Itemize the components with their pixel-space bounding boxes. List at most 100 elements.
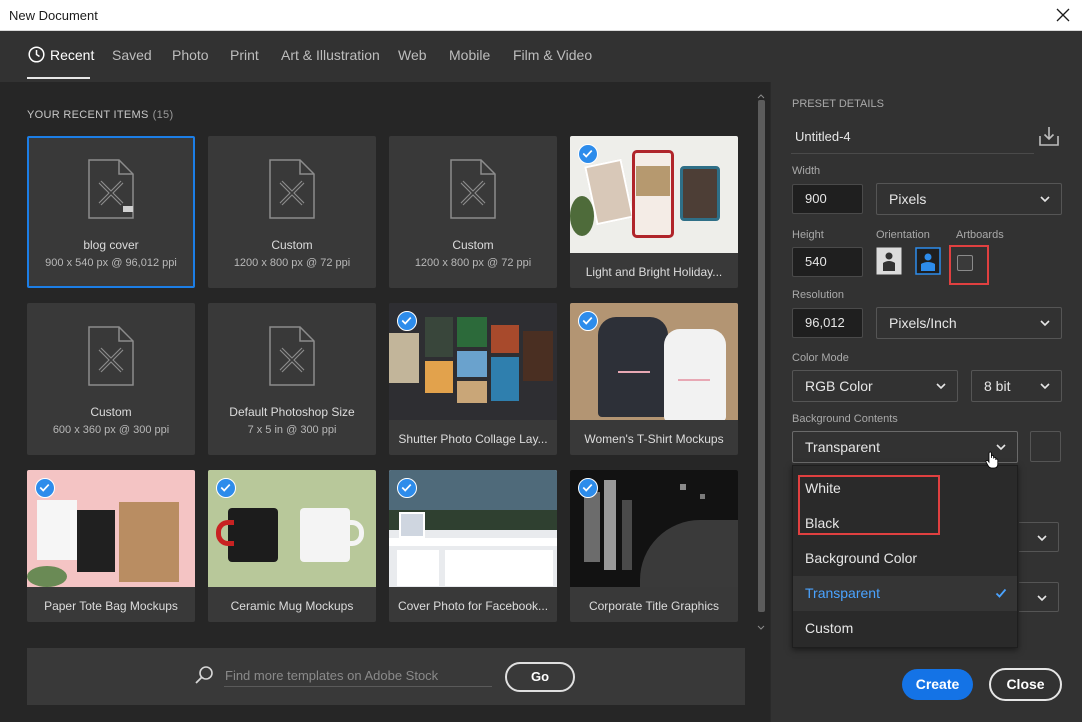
background-color-swatch[interactable]	[1030, 431, 1061, 462]
save-preset-icon[interactable]	[1037, 124, 1061, 148]
card-size: 900 x 540 px @ 96,012 ppi	[45, 257, 177, 269]
template-tshirt-mockups[interactable]: Women's T-Shirt Mockups	[570, 303, 738, 455]
title-bar: New Document	[0, 0, 1082, 31]
search-icon	[195, 666, 213, 684]
close-icon[interactable]	[1052, 4, 1074, 26]
card-name: Ceramic Mug Mockups	[230, 599, 354, 613]
card-name: Custom	[90, 405, 132, 419]
checkmark-icon	[216, 478, 236, 498]
card-name: Women's T-Shirt Mockups	[584, 432, 724, 446]
card-name: Light and Bright Holiday...	[585, 265, 723, 279]
clock-icon	[28, 46, 45, 63]
chevron-down-icon	[1040, 320, 1050, 327]
go-button[interactable]: Go	[505, 662, 575, 692]
recent-item-custom[interactable]: Custom 1200 x 800 px @ 72 ppi	[208, 136, 376, 288]
document-name-input[interactable]: Untitled-4	[791, 120, 1034, 154]
tab-saved[interactable]: Saved	[112, 47, 152, 63]
tab-web[interactable]: Web	[398, 47, 427, 63]
recent-items-heading: YOUR RECENT ITEMS (15)	[27, 109, 173, 121]
option-transparent-label: Transparent	[805, 585, 880, 601]
width-input[interactable]: 900	[792, 184, 863, 214]
card-name: blog cover	[83, 238, 139, 252]
chevron-down-icon	[1040, 383, 1050, 390]
recent-item-blog-cover[interactable]: blog cover 900 x 540 px @ 96,012 ppi	[27, 136, 195, 288]
preset-details-heading: PRESET DETAILS	[792, 98, 884, 110]
template-photo-collage[interactable]: Shutter Photo Collage Lay...	[389, 303, 557, 455]
card-name: Shutter Photo Collage Lay...	[398, 432, 548, 446]
card-name: Paper Tote Bag Mockups	[44, 599, 178, 613]
chevron-down-icon	[1040, 196, 1050, 203]
background-contents-label: Background Contents	[792, 413, 898, 425]
width-label: Width	[792, 165, 821, 177]
scroll-down-icon[interactable]	[755, 624, 767, 632]
stock-search-input[interactable]: Find more templates on Adobe Stock	[224, 664, 492, 687]
adobe-stock-search-bar: Find more templates on Adobe Stock Go	[27, 648, 745, 705]
tab-print[interactable]: Print	[230, 47, 259, 63]
recent-item-custom[interactable]: Custom 1200 x 800 px @ 72 ppi	[389, 136, 557, 288]
recent-item-default-photoshop-size[interactable]: Default Photoshop Size 7 x 5 in @ 300 pp…	[208, 303, 376, 455]
background-contents-value: Transparent	[805, 439, 880, 455]
card-name: Custom	[452, 238, 494, 252]
recent-items-panel: YOUR RECENT ITEMS (15) blog cover 900 x 5…	[0, 82, 770, 722]
obscured-select-right-edge[interactable]	[1019, 522, 1059, 552]
scroll-thumb[interactable]	[758, 100, 765, 612]
tab-film-video[interactable]: Film & Video	[513, 47, 592, 63]
template-facebook-cover[interactable]: Cover Photo for Facebook...	[389, 470, 557, 622]
bit-depth-select[interactable]: 8 bit	[971, 370, 1062, 402]
obscured-select-right-edge[interactable]	[1019, 582, 1059, 612]
close-button[interactable]: Close	[989, 668, 1062, 701]
template-mug-mockups[interactable]: Ceramic Mug Mockups	[208, 470, 376, 622]
card-size: 600 x 360 px @ 300 ppi	[52, 424, 170, 436]
width-unit-select[interactable]: Pixels	[876, 183, 1062, 215]
color-mode-select[interactable]: RGB Color	[792, 370, 958, 402]
portrait-orientation-icon[interactable]	[876, 247, 902, 275]
card-size: 1200 x 800 px @ 72 ppi	[414, 257, 532, 269]
chevron-down-icon	[1037, 595, 1047, 602]
landscape-orientation-icon[interactable]	[915, 247, 941, 275]
preset-details-panel: PRESET DETAILS Untitled-4 Width 900 Pixe…	[770, 82, 1082, 722]
card-size: 7 x 5 in @ 300 ppi	[247, 424, 337, 436]
bit-depth-value: 8 bit	[984, 378, 1011, 394]
checkmark-icon	[397, 478, 417, 498]
document-icon	[269, 326, 315, 386]
document-icon	[88, 159, 134, 219]
checkmark-icon	[578, 144, 598, 164]
card-name: Default Photoshop Size	[229, 405, 355, 419]
hand-cursor-icon	[985, 451, 999, 469]
highlight-box	[949, 245, 989, 285]
scroll-up-icon[interactable]	[755, 92, 767, 100]
chevron-down-icon	[936, 383, 946, 390]
template-corporate-title[interactable]: Corporate Title Graphics	[570, 470, 738, 622]
artboards-label: Artboards	[956, 229, 1004, 241]
option-custom[interactable]: Custom	[793, 611, 1017, 646]
width-unit-value: Pixels	[889, 191, 927, 207]
template-tote-bag[interactable]: Paper Tote Bag Mockups	[27, 470, 195, 622]
height-input[interactable]: 540	[792, 247, 863, 277]
tab-recent[interactable]: Recent	[50, 47, 94, 63]
card-name: Corporate Title Graphics	[588, 599, 720, 613]
resolution-input[interactable]: 96,012	[792, 308, 863, 338]
create-button[interactable]: Create	[902, 669, 973, 700]
resolution-unit-select[interactable]: Pixels/Inch	[876, 307, 1062, 339]
chevron-down-icon	[1037, 535, 1047, 542]
scrollbar[interactable]	[755, 92, 767, 632]
document-icon	[450, 159, 496, 219]
height-label: Height	[792, 229, 824, 241]
option-transparent[interactable]: Transparent	[793, 576, 1017, 611]
card-name: Custom	[271, 238, 313, 252]
resolution-unit-value: Pixels/Inch	[889, 315, 957, 331]
template-holiday[interactable]: Light and Bright Holiday...	[570, 136, 738, 288]
recent-item-custom[interactable]: Custom 600 x 360 px @ 300 ppi	[27, 303, 195, 455]
tab-photo[interactable]: Photo	[172, 47, 209, 63]
tab-art-illustration[interactable]: Art & Illustration	[281, 47, 380, 63]
window-title: New Document	[9, 8, 98, 23]
tab-mobile[interactable]: Mobile	[449, 47, 490, 63]
checkmark-icon	[397, 311, 417, 331]
checkmark-icon	[578, 478, 598, 498]
option-background-color[interactable]: Background Color	[793, 541, 1017, 576]
document-icon	[269, 159, 315, 219]
category-tabs: Recent Saved Photo Print Art & Illustrat…	[0, 31, 1082, 82]
resolution-label: Resolution	[792, 289, 844, 301]
highlight-box	[798, 475, 940, 535]
color-mode-value: RGB Color	[805, 378, 873, 394]
